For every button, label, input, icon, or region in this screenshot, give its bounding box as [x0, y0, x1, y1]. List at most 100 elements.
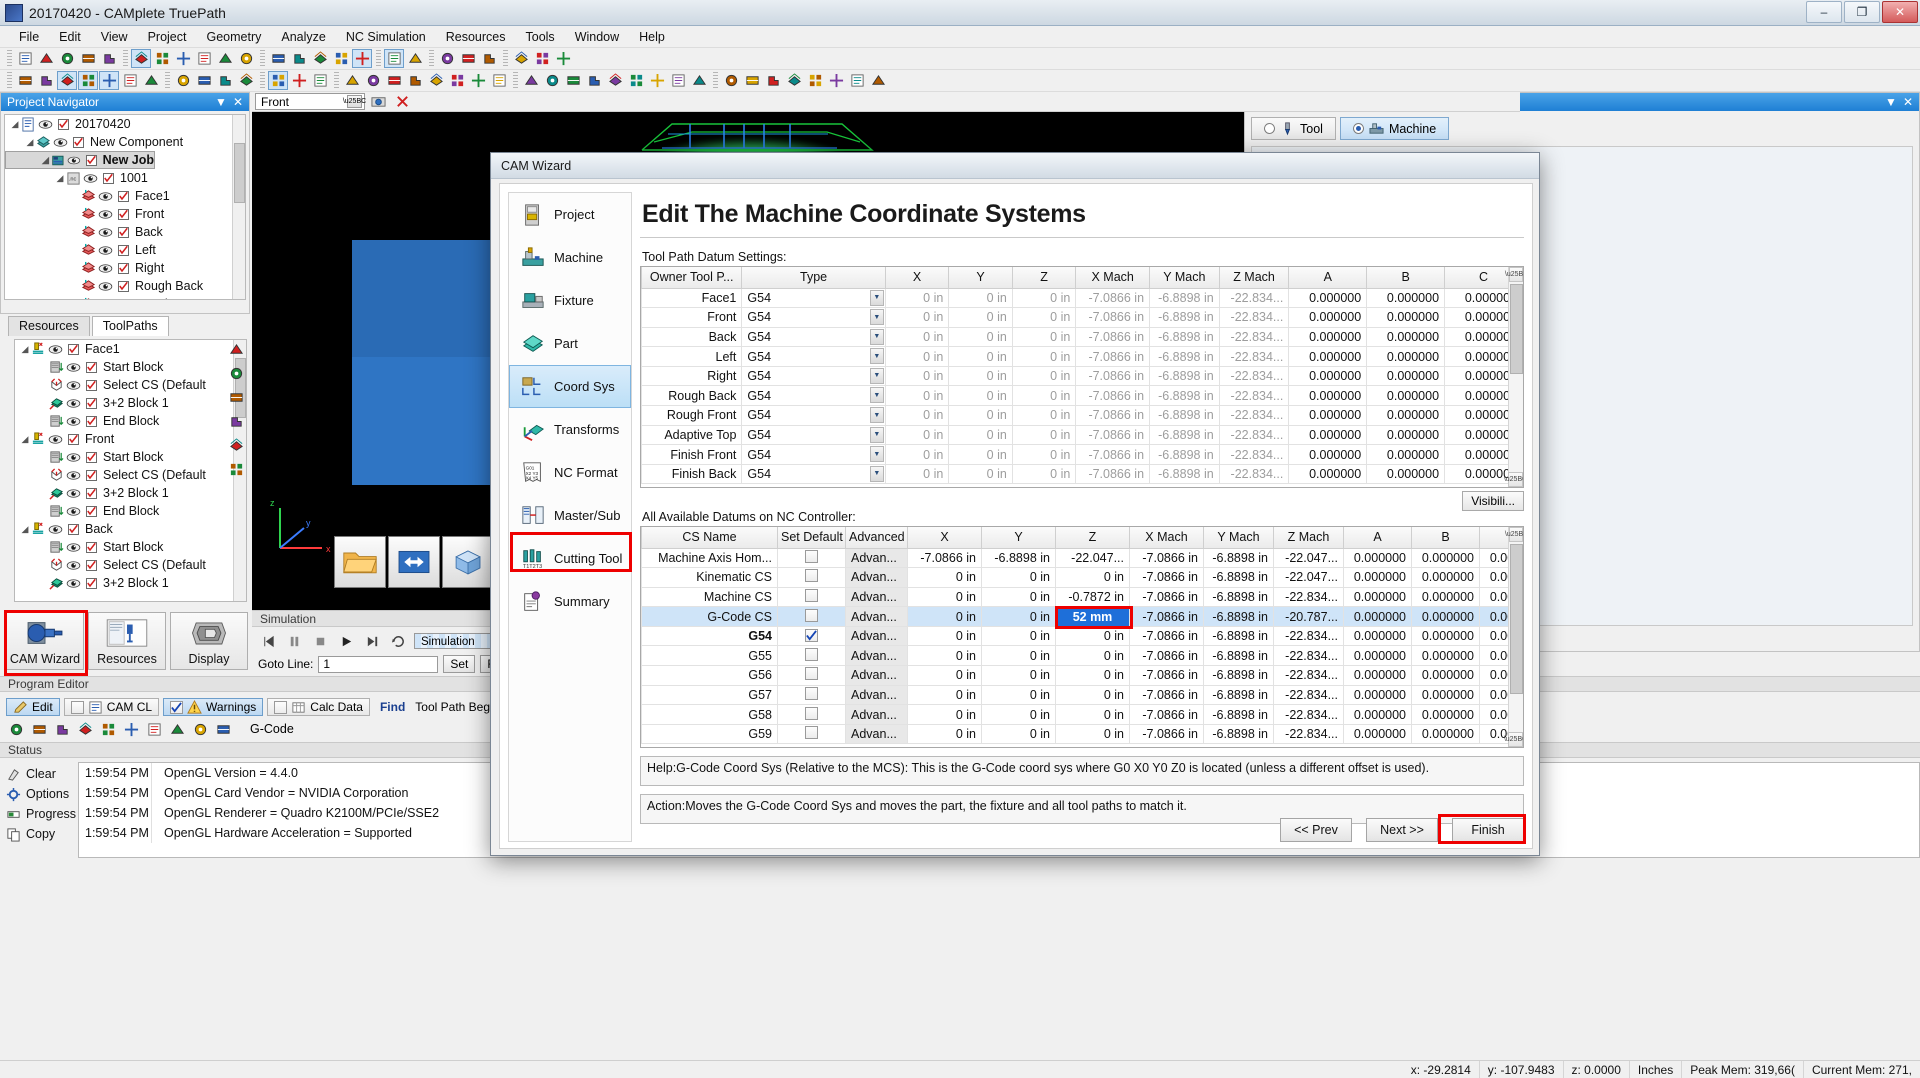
minimize-button[interactable]: – — [1806, 1, 1842, 23]
chevron-down-icon[interactable]: \u25BC — [343, 95, 366, 108]
advanced-button-cell[interactable]: Advan... — [845, 625, 908, 647]
show-button[interactable] — [511, 49, 531, 68]
set-default-checkbox[interactable] — [805, 628, 818, 642]
sim-b-button[interactable] — [542, 71, 562, 90]
find-label[interactable]: Find — [374, 700, 411, 714]
eye-icon[interactable] — [98, 245, 113, 256]
table-row[interactable]: Rough Front G54 ▼ 0 in 0 in 0 in -7.0866 in -6.… — [641, 405, 1523, 426]
select-view-button[interactable] — [331, 49, 351, 68]
expander-icon[interactable]: ◢ — [24, 137, 36, 148]
sim-k-button[interactable] — [742, 71, 762, 90]
eye-icon[interactable] — [98, 281, 113, 292]
avail-col-header[interactable]: Z Mach — [1273, 527, 1344, 549]
z-cell[interactable]: -22.047... — [1055, 547, 1130, 569]
toolpath-tree-item[interactable]: 3+2 Block 1 — [15, 394, 246, 412]
part-view-button[interactable] — [99, 71, 119, 90]
avail-col-header[interactable]: Advanced — [845, 527, 908, 549]
export-button[interactable] — [99, 49, 119, 68]
sim-l-button[interactable] — [763, 71, 783, 90]
sim-e-button[interactable] — [605, 71, 625, 90]
skip-back-button[interactable] — [258, 632, 278, 651]
goto-line-input[interactable]: 1 — [318, 655, 439, 673]
chevron-down-icon[interactable]: ▼ — [869, 328, 884, 345]
project-tree-item[interactable]: ◢ New Component — [5, 133, 245, 151]
iso-view-button[interactable] — [442, 536, 494, 588]
sim-i-button[interactable] — [689, 71, 709, 90]
project-tree-item[interactable]: Left — [5, 241, 245, 259]
avail-col-header[interactable]: X — [907, 527, 982, 549]
visibility-checkbox[interactable] — [86, 559, 97, 571]
visibility-checkbox[interactable] — [86, 451, 97, 463]
cam-cl-button[interactable]: CAM CL — [63, 698, 160, 716]
table-row[interactable]: Finish Front G54 ▼ 0 in 0 in 0 in -7.0866 in -6… — [641, 444, 1523, 465]
toolpath-b-button[interactable] — [363, 71, 383, 90]
cam-wizard-button[interactable]: CAM Wizard — [6, 612, 84, 670]
visibility-checkbox[interactable] — [86, 469, 97, 481]
collapse-icon[interactable]: ▼ — [215, 95, 227, 109]
z-cell[interactable]: 52 mm — [1055, 606, 1130, 627]
table-row[interactable]: Front G54 ▼ 0 in 0 in 0 in -7.0866 in -6.8898 i… — [641, 307, 1523, 328]
set-default-cell[interactable] — [777, 606, 846, 627]
datum-col-header[interactable]: Type — [741, 267, 886, 289]
toolbar-grip[interactable] — [513, 72, 518, 89]
eye-icon[interactable] — [98, 263, 113, 274]
pause-button[interactable] — [284, 632, 304, 651]
table-row[interactable]: G57 Advan... 0 in 0 in 0 in -7.0866 in -6.8898… — [641, 684, 1523, 706]
close-icon[interactable]: ✕ — [233, 95, 243, 109]
set-default-checkbox[interactable] — [805, 608, 818, 622]
eye-icon[interactable] — [83, 173, 98, 184]
avail-col-header[interactable]: A — [1343, 527, 1412, 549]
visibility-checkbox[interactable] — [118, 226, 129, 238]
eye-icon[interactable] — [66, 488, 81, 499]
toolpath-tree-item[interactable]: ◢ Front — [15, 430, 246, 448]
toolpath-tree-item[interactable]: ◢ Back — [15, 520, 246, 538]
scroll-down-arrow[interactable]: \u25BC — [1504, 472, 1523, 487]
status-copy-button[interactable]: Copy — [0, 824, 78, 844]
visibility-checkbox[interactable] — [118, 280, 129, 292]
chevron-down-icon[interactable]: ▼ — [869, 387, 884, 404]
radio-button[interactable] — [1352, 123, 1364, 134]
grid-view-button[interactable] — [98, 720, 118, 739]
wizard-nav-master-sub[interactable]: Master/Sub — [509, 494, 631, 537]
menu-edit[interactable]: Edit — [50, 28, 90, 46]
menu-file[interactable]: File — [10, 28, 48, 46]
close-button[interactable]: ✕ — [1882, 1, 1918, 23]
available-datums-grid[interactable]: CS Name Set Default Advanced X Y Z X Mach Y Mac… — [640, 526, 1524, 748]
toolpath-tree-item[interactable]: ◢ Face1 — [15, 340, 246, 358]
set-default-cell[interactable] — [777, 547, 846, 569]
stop-button[interactable] — [310, 632, 330, 651]
eye-icon[interactable] — [66, 362, 81, 373]
eye-icon[interactable] — [66, 560, 81, 571]
set-default-cell[interactable] — [777, 586, 846, 608]
table-row[interactable]: Machine CS Advan... 0 in 0 in -0.7872 in -7.0… — [641, 586, 1523, 608]
sim-option-machine[interactable]: Machine — [1339, 117, 1450, 140]
set-default-cell[interactable] — [777, 567, 846, 588]
project-tree-item[interactable]: Back — [5, 223, 245, 241]
advanced-button-cell[interactable]: Advan... — [845, 723, 908, 745]
sim-c-button[interactable] — [563, 71, 583, 90]
resources-button[interactable]: Resources — [88, 612, 166, 670]
fixture-a-button[interactable] — [268, 71, 288, 90]
list-view-button[interactable] — [121, 720, 141, 739]
visibility-checkbox[interactable] — [85, 154, 97, 166]
view-capture-button[interactable] — [368, 92, 388, 111]
open-button[interactable] — [36, 49, 56, 68]
translucent-button[interactable] — [384, 49, 404, 68]
z-cell[interactable]: 0 in — [1055, 625, 1130, 647]
toolpath-tree-item[interactable]: 3+2 Block 1 — [15, 484, 246, 502]
visibility-checkbox[interactable] — [86, 361, 97, 373]
avail-col-header[interactable]: X Mach — [1129, 527, 1204, 549]
toolbar-grip[interactable] — [334, 72, 339, 89]
eye-icon[interactable] — [38, 119, 53, 130]
expander-icon[interactable]: ◢ — [40, 155, 51, 166]
chevron-down-icon[interactable]: ▼ — [869, 465, 884, 482]
scroll-down-arrow[interactable]: \u25BC — [1504, 732, 1523, 747]
table-row[interactable]: Kinematic CS Advan... 0 in 0 in 0 in -7.0866 … — [641, 567, 1523, 588]
advanced-button-cell[interactable]: Advan... — [845, 684, 908, 706]
goto-line-button[interactable] — [52, 720, 72, 739]
datum-col-header[interactable]: Y — [948, 267, 1013, 289]
print-program-button[interactable] — [29, 720, 49, 739]
move-down-button[interactable] — [226, 388, 246, 407]
toolbar-grip[interactable] — [165, 72, 170, 89]
toolbar-grip[interactable] — [260, 72, 265, 89]
